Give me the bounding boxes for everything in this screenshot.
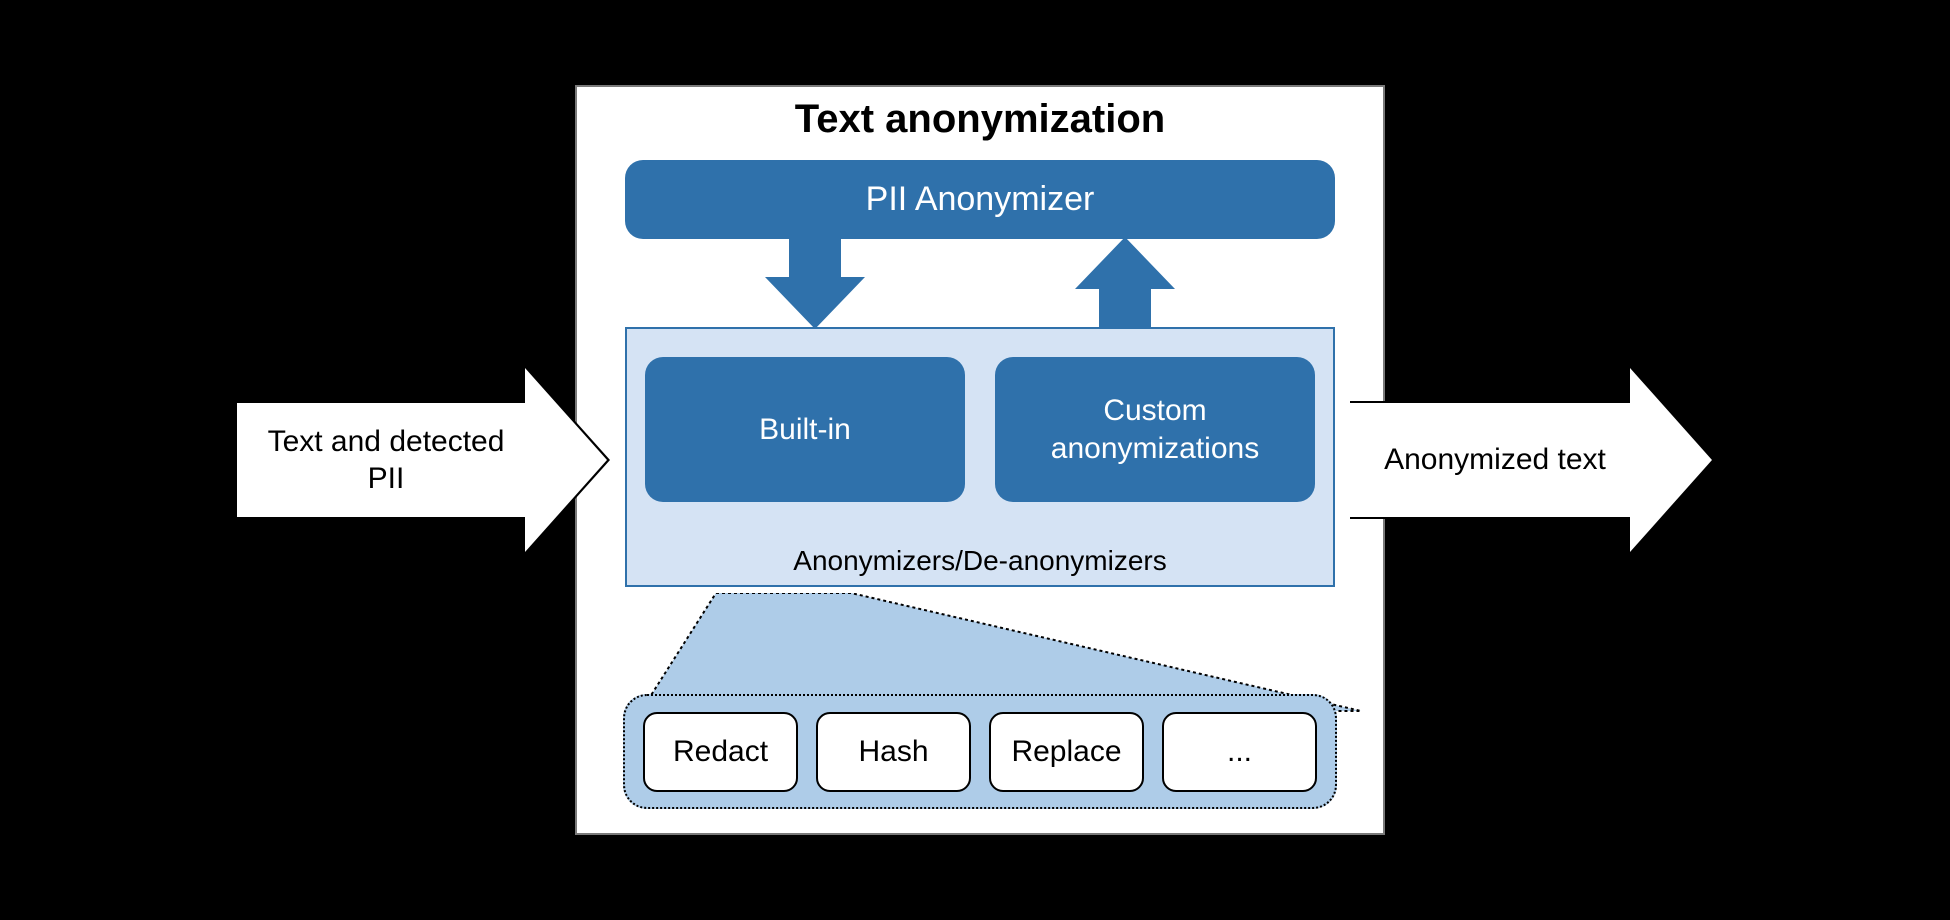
custom-box: Custom anonymizations [995, 357, 1315, 502]
main-box: Text anonymization PII Anonymizer Built-… [575, 85, 1385, 835]
input-arrow: Text and detected PII [235, 365, 610, 555]
builtin-options-row: Redact Hash Replace ... [623, 694, 1337, 809]
output-arrow: Anonymized text [1350, 365, 1715, 555]
pii-anonymizer-box: PII Anonymizer [625, 160, 1335, 239]
anonymizers-container: Built-in Custom anonymizations Anonymize… [625, 327, 1335, 587]
builtin-box: Built-in [645, 357, 965, 502]
option-hash: Hash [816, 712, 971, 792]
arrow-up-icon [1075, 237, 1175, 329]
text-anonymization-diagram: Text and detected PII Text anonymization… [235, 85, 1715, 835]
arrow-right-icon [525, 365, 610, 555]
option-redact: Redact [643, 712, 798, 792]
output-label: Anonymized text [1350, 401, 1630, 519]
mid-arrows [625, 239, 1335, 327]
anonymizers-container-label: Anonymizers/De-anonymizers [627, 545, 1333, 577]
input-label: Text and detected PII [235, 401, 525, 519]
arrow-down-icon [765, 237, 865, 329]
main-title: Text anonymization [597, 97, 1363, 142]
option-more: ... [1162, 712, 1317, 792]
arrow-right-icon [1630, 365, 1715, 555]
option-replace: Replace [989, 712, 1144, 792]
